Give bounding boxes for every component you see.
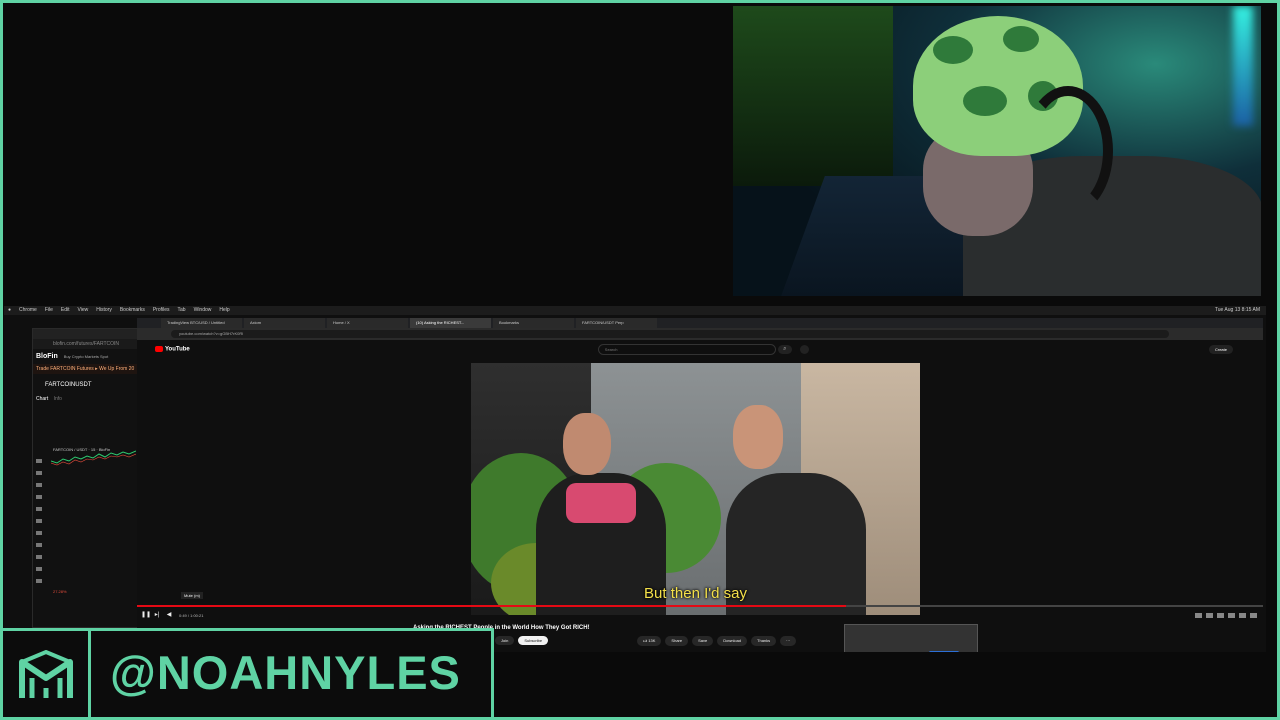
address-bar-row: youtube.com/watch?v=gGBH7rK0RI (137, 328, 1263, 340)
subscribe-button[interactable]: Subscribe (518, 636, 549, 645)
time-display: 0:49 / 1:00:21 (179, 612, 204, 618)
tab-axiom[interactable]: Axiom (244, 318, 325, 328)
tab-tradingview[interactable]: TradingView BTC/USD / Untitled (161, 318, 242, 328)
blofin-tabbar[interactable] (33, 329, 138, 339)
create-button[interactable]: Create (1208, 344, 1233, 354)
youtube-play-icon (155, 345, 163, 352)
blofin-logo[interactable]: BloFin Buy Crypto Markets Spot (33, 349, 138, 364)
blofin-notice[interactable]: Trade FARTCOIN Futures ▸ We Up From 20 (33, 364, 138, 374)
mute-tooltip: Mute (m) (181, 592, 203, 599)
tab-info[interactable]: Info (54, 396, 62, 402)
miniplayer-icon[interactable] (1228, 612, 1235, 618)
tab-fartcoin[interactable]: FARTCOIN/USDT Perp (576, 318, 657, 328)
settings-gear-icon[interactable] (1217, 612, 1224, 618)
download-button[interactable]: Download (717, 636, 748, 646)
next-icon[interactable]: ▸| (153, 612, 161, 618)
menu-item-window[interactable]: Window (194, 306, 212, 315)
youtube-logo[interactable]: YouTube (155, 345, 190, 353)
drawing-toolbar[interactable] (36, 459, 46, 619)
progress-fill (137, 605, 847, 607)
menu-item-profiles[interactable]: Profiles (153, 306, 170, 315)
video-player[interactable]: But then I'd say (471, 363, 920, 615)
tab-x[interactable]: Home / X (327, 318, 408, 328)
more-actions-icon[interactable]: ⋯ (780, 636, 797, 646)
tab-youtube[interactable]: (10) Asking the RICHEST... (410, 318, 491, 328)
menu-item-chrome[interactable]: Chrome (19, 306, 37, 315)
blofin-price-label: 27.28% (53, 589, 67, 594)
apple-icon[interactable]: ● (8, 306, 11, 315)
recommended-thumbnail[interactable] (844, 624, 978, 652)
menubar-clock[interactable]: Tue Aug 13 8:15 AM (1215, 306, 1266, 315)
pause-icon[interactable]: ❚❚ (141, 612, 151, 618)
menu-item-bookmarks[interactable]: Bookmarks (120, 306, 145, 315)
youtube-logo-text: YouTube (165, 346, 190, 353)
blofin-candle-chart[interactable] (51, 441, 136, 481)
theater-icon[interactable] (1239, 612, 1246, 618)
fullscreen-icon[interactable] (1250, 612, 1257, 618)
video-progress-bar[interactable] (137, 605, 1263, 607)
menu-item-tab[interactable]: Tab (178, 306, 186, 315)
webcam-feed (733, 6, 1261, 296)
thanks-button[interactable]: Thanks (751, 636, 777, 646)
save-button[interactable]: Save (692, 636, 714, 646)
youtube-header: YouTube Search ⌕ Create (137, 340, 1263, 358)
menu-item-view[interactable]: View (78, 306, 89, 315)
channel-actions: Join Subscribe (495, 636, 549, 645)
video-caption: But then I'd say (644, 585, 747, 602)
blofin-window: blofin.com/futures/FARTCOIN BloFin Buy Cr… (32, 328, 139, 628)
like-count: 13K (648, 638, 656, 643)
blofin-address-bar[interactable]: blofin.com/futures/FARTCOIN (33, 339, 138, 349)
join-button[interactable]: Join (495, 636, 515, 645)
volume-icon[interactable]: ◀ (165, 612, 173, 618)
m-logo-icon (18, 649, 73, 698)
mac-menubar: ● Chrome File Edit View History Bookmark… (4, 306, 1266, 315)
like-button[interactable]: 👍︎ 13K (637, 636, 662, 646)
blofin-pair-selector[interactable]: FARTCOINUSDT (33, 374, 138, 396)
address-bar[interactable]: youtube.com/watch?v=gGBH7rK0RI (171, 330, 1169, 338)
autoplay-toggle-icon[interactable] (1195, 612, 1202, 618)
channel-logo (3, 631, 91, 720)
streamer-banner: @NOAHNYLES (0, 628, 494, 720)
share-button[interactable]: Share (665, 636, 689, 646)
search-icon[interactable]: ⌕ (777, 344, 792, 354)
subtitles-icon[interactable] (1206, 612, 1213, 618)
player-controls: ❚❚ ▸| ◀ 0:49 / 1:00:21 Mute (m) (137, 592, 1263, 620)
blofin-nav[interactable]: Buy Crypto Markets Spot (64, 354, 108, 359)
video-actions: 👍︎ 13K Share Save Download Thanks ⋯ (637, 636, 797, 646)
menu-item-edit[interactable]: Edit (61, 306, 70, 315)
blofin-brand-text: BloFin (36, 353, 58, 360)
streamer-handle: @NOAHNYLES (110, 646, 461, 699)
chrome-window: TradingView BTC/USD / Untitled Axiom Hom… (137, 318, 1263, 652)
search-input[interactable]: Search (597, 343, 776, 355)
screen-capture: ● Chrome File Edit View History Bookmark… (4, 306, 1266, 652)
tab-chart[interactable]: Chart (36, 396, 48, 402)
blofin-chart-tabs: Chart Info (33, 396, 138, 402)
tab-bookmarks[interactable]: Bookmarks (493, 318, 574, 328)
menu-item-file[interactable]: File (45, 306, 53, 315)
menu-item-help[interactable]: Help (219, 306, 229, 315)
tab-strip: TradingView BTC/USD / Untitled Axiom Hom… (137, 318, 1263, 328)
microphone-icon[interactable] (799, 344, 809, 354)
menu-item-history[interactable]: History (96, 306, 112, 315)
